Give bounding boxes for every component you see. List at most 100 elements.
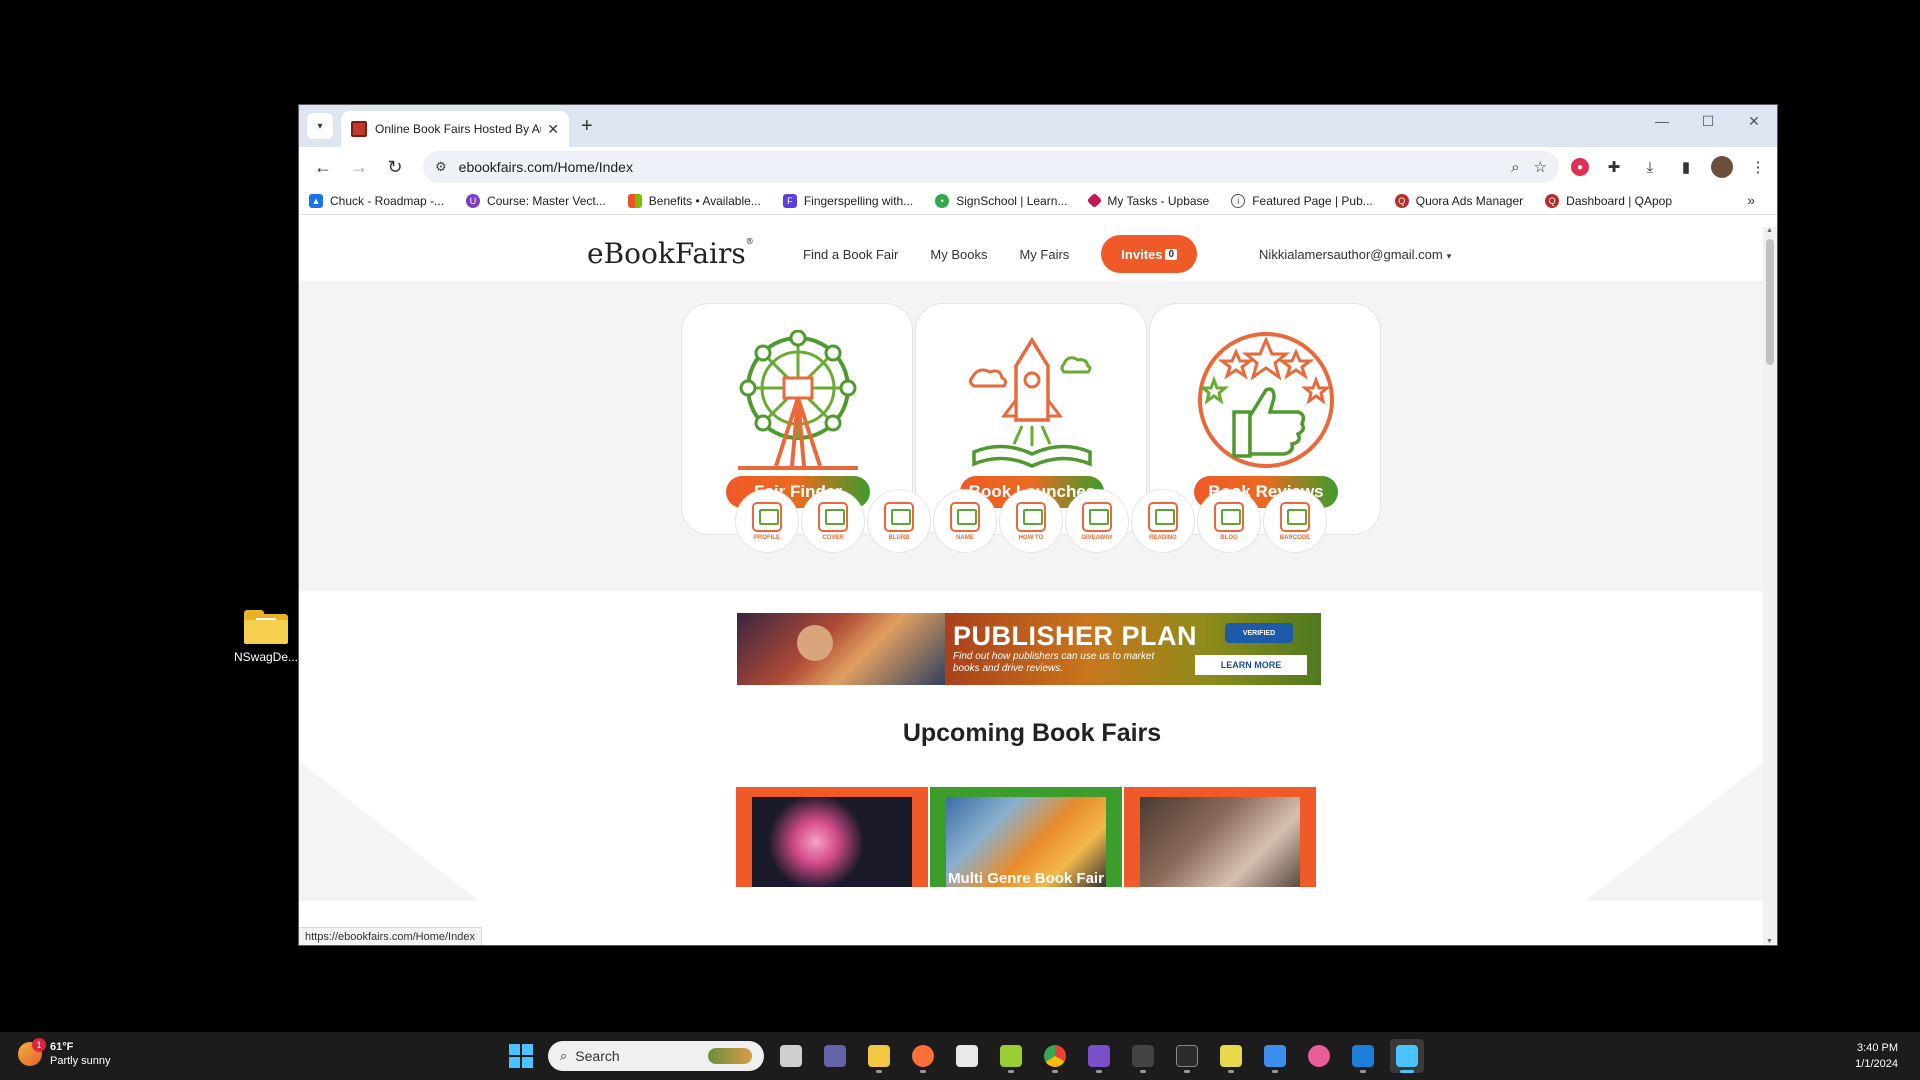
- new-tab-button[interactable]: +: [581, 115, 593, 138]
- menu-kebab-icon[interactable]: ⋮: [1747, 156, 1769, 178]
- minimize-button[interactable]: —: [1639, 105, 1685, 137]
- tool-label: NAME: [956, 534, 974, 541]
- ebookfairs-favicon-icon: [351, 121, 367, 137]
- folder-icon: [244, 610, 288, 644]
- bookmark-item[interactable]: ▲ Chuck - Roadmap -...: [309, 193, 444, 208]
- site-header: eBookFairs® Find a Book Fair My Books My…: [299, 227, 1765, 281]
- tool-blog[interactable]: BLOG: [1197, 489, 1261, 553]
- desktop-folder-icon[interactable]: NSwagDe...: [232, 610, 300, 664]
- bookmark-label: Fingerspelling with...: [803, 193, 914, 208]
- edge-dev-icon[interactable]: [1302, 1039, 1336, 1073]
- zoom-icon[interactable]: ⌕: [1511, 159, 1519, 176]
- side-panel-icon[interactable]: ▮: [1675, 156, 1697, 178]
- scroll-down-icon[interactable]: ▼: [1766, 938, 1773, 945]
- start-button-icon[interactable]: [504, 1039, 538, 1073]
- system-clock[interactable]: 3:40 PM 1/1/2024: [1855, 1040, 1898, 1072]
- nav-find-book-fair[interactable]: Find a Book Fair: [803, 247, 898, 262]
- tool-reading[interactable]: READING: [1131, 489, 1195, 553]
- banner-title: PUBLISHER PLAN: [953, 621, 1198, 651]
- trello-icon[interactable]: [1346, 1039, 1380, 1073]
- weather-sun-icon: 1: [18, 1038, 46, 1066]
- file-explorer-icon[interactable]: [862, 1039, 896, 1073]
- teams-icon[interactable]: [818, 1039, 852, 1073]
- bookmark-star-icon[interactable]: ☆: [1534, 158, 1547, 176]
- fair-card[interactable]: Multi Genre Book Fair: [930, 787, 1122, 887]
- chrome-icon[interactable]: [1038, 1039, 1072, 1073]
- tab-active[interactable]: Online Book Fairs Hosted By Au ✕: [341, 111, 569, 147]
- fair-card[interactable]: [1124, 787, 1316, 887]
- browser-window: ▾ Online Book Fairs Hosted By Au ✕ + — ☐…: [298, 104, 1778, 946]
- page-scrollbar[interactable]: ▲ ▼: [1763, 227, 1777, 945]
- site-logo[interactable]: eBookFairs®: [587, 237, 754, 270]
- tool-profile[interactable]: PROFILE: [735, 489, 799, 553]
- learn-more-button[interactable]: LEARN MORE: [1195, 655, 1307, 675]
- back-button[interactable]: ←: [307, 151, 339, 183]
- terminal-icon[interactable]: [1126, 1039, 1160, 1073]
- invites-button[interactable]: Invites 0: [1101, 235, 1198, 273]
- tool-blurb[interactable]: BLURB: [867, 489, 931, 553]
- publisher-plan-banner[interactable]: PUBLISHER PLAN Find out how publishers c…: [737, 613, 1321, 685]
- notepad-icon[interactable]: [1258, 1039, 1292, 1073]
- window-controls: — ☐ ✕: [1639, 105, 1777, 137]
- invites-count-badge: 0: [1165, 248, 1178, 260]
- extension-red-icon[interactable]: ●: [1571, 158, 1589, 176]
- taskbar-apps: ⌕ Search: [504, 1039, 1424, 1073]
- bookmark-item[interactable]: F Fingerspelling with...: [782, 193, 914, 208]
- weather-temp: 61°F: [50, 1041, 74, 1053]
- invites-label: Invites: [1121, 246, 1163, 262]
- notepad-plus-icon[interactable]: [994, 1039, 1028, 1073]
- downloads-icon[interactable]: ⤓: [1639, 156, 1661, 178]
- caret-down-icon: ▾: [1446, 250, 1452, 261]
- blurb-icon: [884, 501, 914, 532]
- inkscape-icon[interactable]: [950, 1039, 984, 1073]
- bookmark-item[interactable]: Benefits • Available...: [627, 193, 761, 208]
- tool-giveaway[interactable]: GIVEAWAY: [1065, 489, 1129, 553]
- sticky-app-icon[interactable]: [1214, 1039, 1248, 1073]
- nav-my-fairs[interactable]: My Fairs: [1019, 247, 1069, 262]
- tool-label: PROFILE: [753, 534, 780, 541]
- forward-button[interactable]: →: [343, 151, 375, 183]
- bookmark-item[interactable]: i Featured Page | Pub...: [1231, 193, 1373, 208]
- tool-label: COVER: [822, 534, 844, 541]
- profile-avatar[interactable]: [1711, 156, 1733, 178]
- tool-cover[interactable]: COVER: [801, 489, 865, 553]
- visual-studio-icon[interactable]: [1082, 1039, 1116, 1073]
- cmd-icon[interactable]: [1170, 1039, 1204, 1073]
- taskbar: 1 61°F Partly sunny ⌕ Search 3:40 PM 1/1…: [0, 1032, 1920, 1080]
- tool-label: GIVEAWAY: [1081, 534, 1113, 541]
- f-icon: F: [782, 193, 797, 208]
- taskbar-search[interactable]: ⌕ Search: [548, 1041, 764, 1071]
- weather-widget[interactable]: 1 61°F Partly sunny: [18, 1038, 111, 1068]
- tool-how-to[interactable]: HOW TO: [999, 489, 1063, 553]
- task-view-icon[interactable]: [774, 1039, 808, 1073]
- tool-name[interactable]: NAME: [933, 489, 997, 553]
- scroll-up-icon[interactable]: ▲: [1766, 227, 1773, 234]
- fair-card[interactable]: [736, 787, 928, 887]
- search-highlight-image: [708, 1048, 752, 1064]
- bookmark-item[interactable]: Q Quora Ads Manager: [1394, 193, 1523, 208]
- how-to-icon: [1016, 501, 1046, 532]
- active-window-icon[interactable]: [1390, 1039, 1424, 1073]
- rocket-book-icon: [968, 336, 1092, 468]
- bookmarks-overflow-icon[interactable]: »: [1747, 192, 1755, 208]
- address-bar[interactable]: ⚙ ebookfairs.com/Home/Index ⌕ ☆: [423, 151, 1559, 183]
- close-tab-icon[interactable]: ✕: [547, 121, 559, 138]
- close-window-button[interactable]: ✕: [1731, 105, 1777, 137]
- bookmark-item[interactable]: Q Dashboard | QApop: [1545, 193, 1672, 208]
- nav-my-books[interactable]: My Books: [930, 247, 987, 262]
- extensions-puzzle-icon[interactable]: ✚: [1603, 156, 1625, 178]
- user-menu[interactable]: Nikkialamersauthor@gmail.com ▾: [1259, 247, 1451, 262]
- bookmark-item[interactable]: U Course: Master Vect...: [466, 193, 606, 208]
- quora-icon: Q: [1394, 193, 1409, 208]
- firefox-icon[interactable]: [906, 1039, 940, 1073]
- site-info-icon[interactable]: ⚙: [435, 159, 447, 175]
- url-text[interactable]: ebookfairs.com/Home/Index: [459, 159, 1497, 175]
- stars-thumbs-up-icon: [1198, 332, 1334, 468]
- maximize-button[interactable]: ☐: [1685, 105, 1731, 137]
- reload-button[interactable]: ↻: [379, 151, 411, 183]
- bookmark-item[interactable]: • SignSchool | Learn...: [935, 193, 1067, 208]
- tab-search-button[interactable]: ▾: [307, 113, 333, 139]
- scroll-thumb[interactable]: [1766, 239, 1774, 365]
- bookmark-item[interactable]: My Tasks - Upbase: [1087, 192, 1209, 209]
- tool-barcode[interactable]: BARCODE: [1263, 489, 1327, 553]
